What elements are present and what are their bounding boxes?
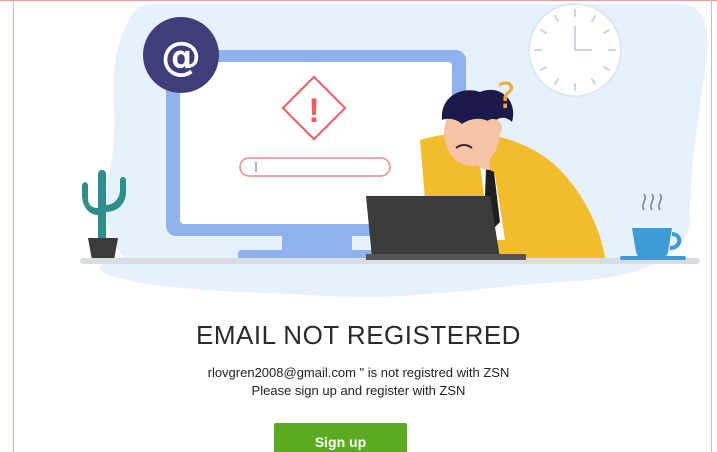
question-icon: ? [496,76,515,117]
error-page: ! @ ? EMAIL NOT REGISTERED rlovgren2008@… [0,0,717,452]
email-not-registered-illustration: ! @ ? [80,3,708,297]
sign-up-button[interactable]: Sign up [274,423,407,452]
at-symbol: @ [161,34,201,80]
clock-icon [528,3,622,97]
not-registered-message: rlovgren2008@gmail.com " is not registre… [207,365,510,380]
signup-instruction: Please sign up and register with ZSN [251,383,466,398]
screen-input-field [239,157,391,177]
at-sign-icon: @ [143,17,219,93]
warning-symbol: ! [308,92,319,130]
page-title: EMAIL NOT REGISTERED [196,320,521,350]
